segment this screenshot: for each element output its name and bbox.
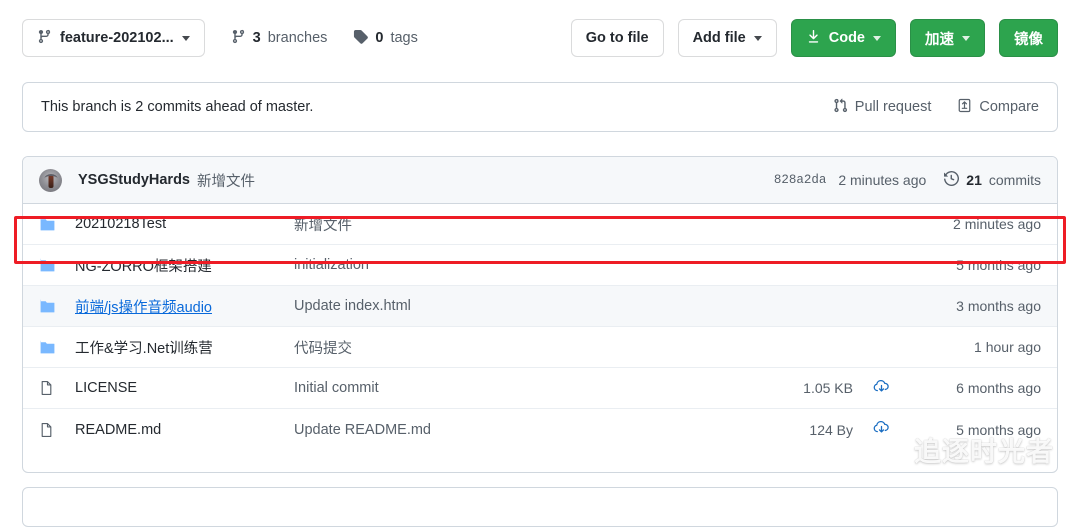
go-to-file-button[interactable]: Go to file <box>570 19 664 57</box>
compare-link[interactable]: Compare <box>957 98 1039 117</box>
chevron-down-icon <box>873 35 881 41</box>
file-name[interactable]: README.md <box>75 422 294 438</box>
file-commit-message[interactable]: 代码提交 <box>294 337 757 358</box>
file-list-card: YSGStudyHards 新增文件 828a2da 2 minutes ago… <box>22 156 1058 473</box>
chevron-down-icon <box>962 35 970 41</box>
file-name[interactable]: 20210218Test <box>75 216 294 232</box>
commits-label: commits <box>988 172 1041 188</box>
branch-status-actions: Pull request Compare <box>833 98 1039 117</box>
file-time: 5 months ago <box>956 257 1041 273</box>
file-name[interactable]: 前端/js操作音频audio <box>75 296 294 317</box>
compare-label: Compare <box>979 99 1039 115</box>
code-button[interactable]: Code <box>790 19 896 57</box>
file-time: 5 months ago <box>956 421 1041 438</box>
repo-toolbar: feature-202102... 3 branches 0 tags Go t… <box>22 18 1058 58</box>
history-clock-icon <box>944 170 960 189</box>
tags-label: tags <box>390 30 418 46</box>
commit-sha[interactable]: 828a2da <box>774 173 827 187</box>
accelerate-label: 加速 <box>925 31 954 48</box>
cloud-download-icon[interactable] <box>872 418 891 441</box>
file-name[interactable]: NG-ZORRO框架搭建 <box>75 255 294 276</box>
mirror-button[interactable]: 镜像 <box>999 19 1058 57</box>
commit-message[interactable]: 新增文件 <box>197 170 255 191</box>
file-size: 124 By <box>809 421 853 438</box>
branch-selector-button[interactable]: feature-202102... <box>22 19 205 57</box>
folder-icon <box>39 298 75 315</box>
pull-request-icon <box>833 98 848 117</box>
pull-request-link[interactable]: Pull request <box>833 98 932 117</box>
avatar <box>39 168 62 192</box>
tags-link[interactable]: 0 tags <box>353 29 418 48</box>
file-time: 1 hour ago <box>974 339 1041 355</box>
add-file-button[interactable]: Add file <box>677 19 777 57</box>
file-size: 1.05 KB <box>803 380 853 396</box>
download-cell[interactable] <box>853 418 909 441</box>
file-time: 3 months ago <box>956 298 1041 314</box>
file-commit-message[interactable]: Update index.html <box>294 298 757 314</box>
table-row[interactable]: NG-ZORRO框架搭建 initialization 5 months ago <box>23 245 1057 286</box>
branches-link[interactable]: 3 branches <box>231 29 328 48</box>
commit-author[interactable]: YSGStudyHards <box>78 172 190 188</box>
commits-count: 21 <box>966 172 982 188</box>
file-commit-message[interactable]: Update README.md <box>294 422 757 438</box>
file-time: 6 months ago <box>956 380 1041 396</box>
code-label: Code <box>828 30 865 46</box>
commits-count-link[interactable]: 21 commits <box>944 170 1041 189</box>
file-name[interactable]: 工作&学习.Net训练营 <box>75 337 294 358</box>
table-row[interactable]: 前端/js操作音频audio Update index.html 3 months … <box>23 286 1057 327</box>
file-commit-message[interactable]: Initial commit <box>294 380 757 396</box>
pull-request-label: Pull request <box>854 99 932 115</box>
branch-icon <box>231 29 246 48</box>
cloud-download-icon[interactable] <box>872 377 891 400</box>
tags-count: 0 <box>375 30 384 46</box>
branch-icon <box>37 29 52 48</box>
download-icon <box>806 29 821 48</box>
file-name[interactable]: LICENSE <box>75 380 294 396</box>
branch-name-label: feature-202102... <box>60 30 174 46</box>
file-name-link[interactable]: 前端/js操作音频audio <box>75 300 212 316</box>
file-commit-message[interactable]: 新增文件 <box>294 214 757 235</box>
compare-icon <box>957 98 972 117</box>
chevron-down-icon <box>753 35 762 41</box>
branch-status-text: This branch is 2 commits ahead of master… <box>41 99 314 115</box>
branches-label: branches <box>267 30 328 46</box>
branches-count: 3 <box>252 30 261 46</box>
commit-time: 2 minutes ago <box>838 172 927 188</box>
tag-icon <box>353 29 369 48</box>
file-icon <box>39 380 75 396</box>
accelerate-button[interactable]: 加速 <box>910 19 985 57</box>
commit-meta: 828a2da 2 minutes ago 21 commits <box>774 170 1041 189</box>
chevron-down-icon <box>181 35 190 41</box>
folder-icon <box>39 216 75 233</box>
add-file-label: Add file <box>692 30 746 46</box>
file-time: 2 minutes ago <box>953 216 1041 232</box>
latest-commit-header: YSGStudyHards 新增文件 828a2da 2 minutes ago… <box>23 157 1057 204</box>
table-row[interactable]: README.md Update README.md 124 By 5 months … <box>23 409 1057 450</box>
folder-icon <box>39 257 75 274</box>
branch-status-bar: This branch is 2 commits ahead of master… <box>22 82 1058 132</box>
table-row[interactable]: 20210218Test 新增文件 2 minutes ago <box>23 204 1057 245</box>
file-icon <box>39 422 75 438</box>
folder-icon <box>39 339 75 356</box>
readme-card <box>22 487 1058 527</box>
table-row[interactable]: LICENSE Initial commit 1.05 KB 6 months ago <box>23 368 1057 409</box>
table-row[interactable]: 工作&学习.Net训练营 代码提交 1 hour ago <box>23 327 1057 368</box>
file-commit-message[interactable]: initialization <box>294 257 757 273</box>
file-rows: 20210218Test 新增文件 2 minutes ago NG-ZORRO框架搭… <box>23 204 1057 450</box>
download-cell[interactable] <box>853 377 909 400</box>
